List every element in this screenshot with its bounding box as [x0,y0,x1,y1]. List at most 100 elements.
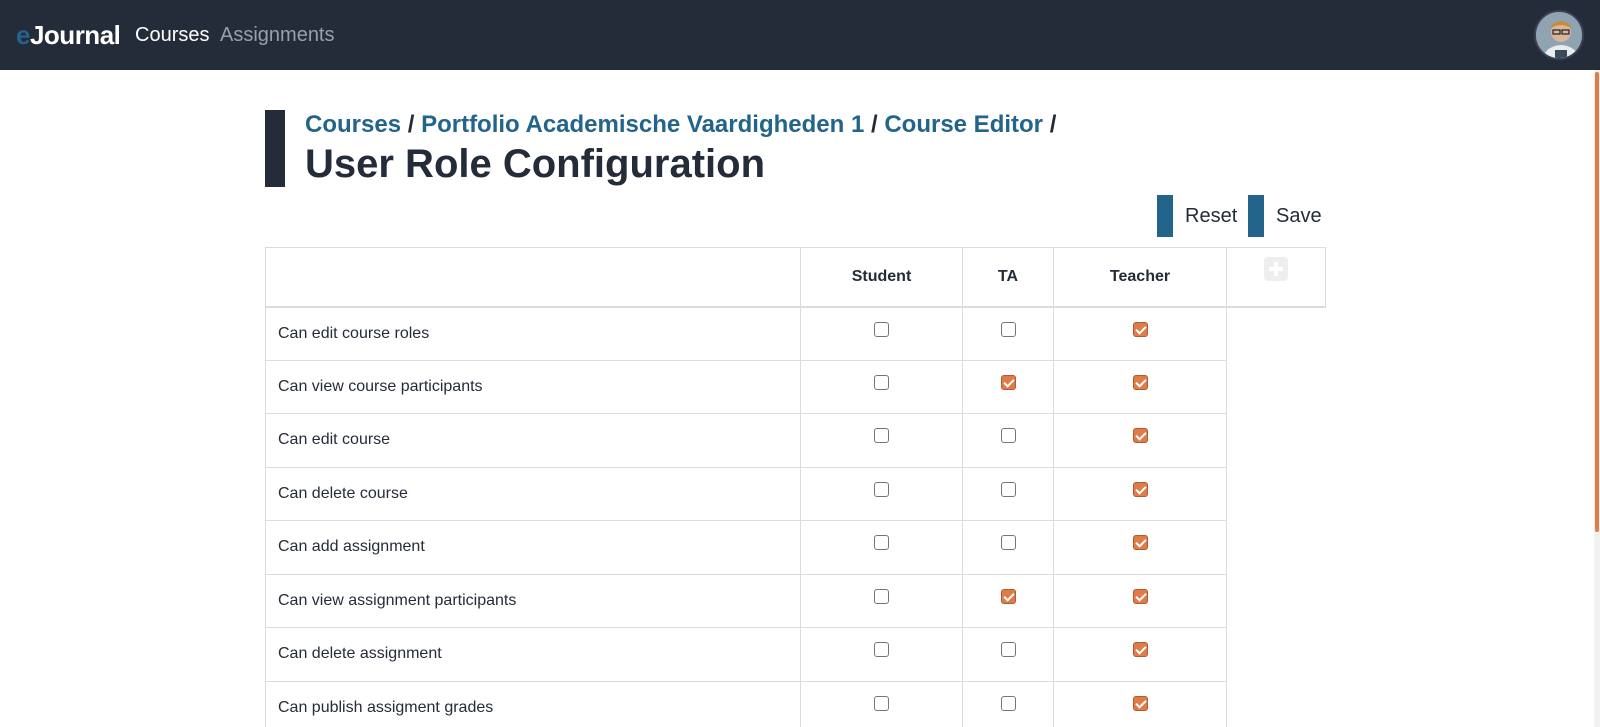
permission-label: Can delete assignment [265,627,801,682]
empty-cell [1227,521,1326,575]
permission-cell [800,573,963,628]
permission-label: Can publish assigment grades [265,680,801,727]
page-title: User Role Configuration [305,142,766,186]
save-button[interactable]: Save [1248,195,1322,237]
permission-checkbox-ta[interactable] [1000,642,1016,657]
empty-cell [1227,414,1326,468]
avatar-image [1536,12,1582,58]
column-header-student: Student [800,247,963,308]
permission-cell [800,466,963,521]
breadcrumb-separator: / [870,111,878,138]
permission-checkbox-teacher[interactable] [1132,428,1148,443]
column-header-ta: TA [962,247,1054,308]
empty-cell [1227,574,1326,628]
role-permissions-table: Student TA Teacher Can edit course roles… [265,247,1326,727]
empty-cell [1227,628,1326,682]
table-row: Can add assignment [265,520,1326,575]
table-row: Can view assignment participants [265,573,1326,628]
permission-checkbox-ta[interactable] [1000,535,1016,550]
brand-rest: Journal [29,20,121,50]
breadcrumb-separator: / [407,111,415,138]
permission-cell [962,306,1054,361]
nav-link-assignments[interactable]: Assignments [220,22,335,48]
reset-button-accent [1157,195,1173,237]
nav-link-courses[interactable]: Courses [135,22,209,48]
permission-label: Can edit course [265,413,801,468]
table-header-row: Student TA Teacher [265,247,1326,308]
permission-cell [800,520,963,575]
permission-checkbox-teacher[interactable] [1132,481,1148,497]
user-avatar[interactable] [1534,10,1584,60]
permission-checkbox-teacher[interactable] [1132,321,1148,337]
permission-cell [800,306,963,361]
permission-label: Can view course participants [265,359,801,414]
table-row: Can edit course roles [265,306,1326,361]
reset-button-label: Reset [1185,204,1238,227]
permission-cell [1053,627,1227,682]
table-row: Can delete assignment [265,627,1326,682]
permission-checkbox-student[interactable] [874,642,889,657]
permission-cell [1053,413,1227,468]
permission-checkbox-ta[interactable] [1000,481,1016,497]
permission-checkbox-student[interactable] [874,481,889,497]
breadcrumb-course[interactable]: Portfolio Academische Vaardigheden 1 [421,111,864,138]
brand-prefix: e [16,20,30,50]
scrollbar-thumb[interactable] [1595,72,1599,532]
breadcrumb-course-editor[interactable]: Course Editor [884,111,1043,138]
permission-checkbox-student[interactable] [874,374,889,390]
permission-checkbox-teacher[interactable] [1132,374,1148,390]
permission-cell [962,413,1054,468]
empty-cell [1227,307,1326,361]
permission-checkbox-ta[interactable] [1000,321,1016,337]
column-header-teacher: Teacher [1053,247,1227,308]
permission-cell [1053,573,1227,628]
reset-button[interactable]: Reset [1157,195,1237,237]
empty-cell [1227,467,1326,521]
permission-checkbox-student[interactable] [874,535,889,550]
permission-label: Can edit course roles [265,306,801,361]
permission-cell [800,359,963,414]
permission-column-header [265,247,801,308]
permission-checkbox-student[interactable] [874,428,889,443]
permission-cell [1053,520,1227,575]
plus-square-icon[interactable] [1264,257,1288,282]
breadcrumb: Courses / Portfolio Academische Vaardigh… [305,110,1056,140]
table-row: Can view course participants [265,359,1326,414]
permission-checkbox-teacher[interactable] [1132,588,1148,604]
permission-cell [962,573,1054,628]
empty-cell [1227,681,1326,727]
table-row: Can edit course [265,413,1326,468]
permission-cell [1053,466,1227,521]
table-row: Can delete course [265,466,1326,521]
table-body: Can edit course roles Can view course par… [265,306,1326,727]
add-role-cell [1226,247,1326,308]
permission-checkbox-ta[interactable] [1000,374,1016,390]
permission-cell [800,680,963,727]
permission-checkbox-teacher[interactable] [1132,535,1148,550]
brand-logo[interactable]: eJournal [16,19,121,51]
permission-checkbox-ta[interactable] [1000,428,1016,443]
title-accent-bar [265,110,285,187]
permission-cell [800,627,963,682]
permission-checkbox-student[interactable] [874,695,889,711]
permission-label: Can delete course [265,466,801,521]
permission-label: Can view assignment participants [265,573,801,628]
table-row: Can publish assigment grades [265,680,1326,727]
empty-cell [1227,360,1326,414]
permission-checkbox-student[interactable] [874,321,889,337]
permission-checkbox-ta[interactable] [1000,695,1016,711]
permission-checkbox-teacher[interactable] [1132,642,1148,657]
permission-checkbox-teacher[interactable] [1132,695,1148,711]
save-button-accent [1248,195,1264,237]
permission-cell [962,359,1054,414]
permission-cell [962,520,1054,575]
breadcrumb-separator: / [1049,111,1057,138]
breadcrumb-courses[interactable]: Courses [305,111,401,138]
permission-cell [962,466,1054,521]
permission-cell [1053,359,1227,414]
permission-cell [962,680,1054,727]
permission-label: Can add assignment [265,520,801,575]
permission-checkbox-ta[interactable] [1000,588,1016,604]
permission-cell [962,627,1054,682]
permission-checkbox-student[interactable] [874,588,889,604]
